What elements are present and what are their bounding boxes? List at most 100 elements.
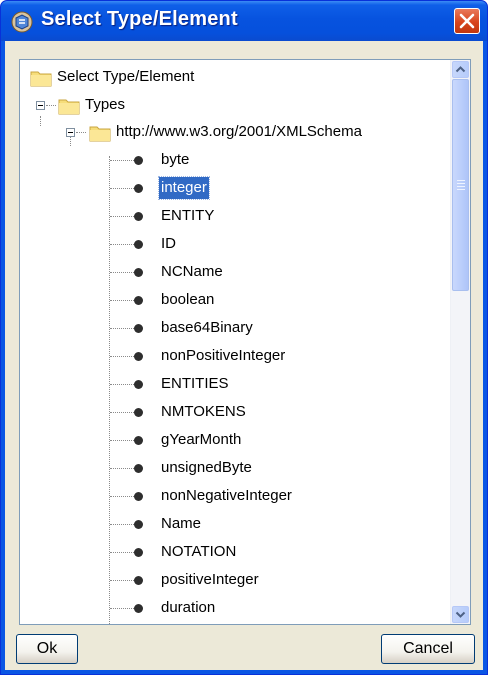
tree-connector [110, 216, 134, 217]
tree-leaf-label: ENTITY [161, 207, 215, 224]
tree-connector [110, 412, 134, 413]
tree-connector [110, 468, 134, 469]
leaf-bullet-icon [134, 548, 143, 557]
leaf-bullet-icon [134, 352, 143, 361]
tree-leaf-label: ID [161, 235, 176, 252]
tree-leaf-item[interactable]: ENTITY [20, 205, 450, 227]
chevron-up-icon [455, 66, 466, 73]
tree-leaf-label: NCName [161, 263, 223, 280]
tree-leaf-item[interactable]: ENTITIES [20, 373, 450, 395]
tree-leaf-item[interactable]: boolean [20, 289, 450, 311]
scroll-down-button[interactable] [452, 606, 469, 623]
tree-connector [110, 356, 134, 357]
ok-button[interactable]: Ok [16, 634, 78, 664]
tree-connector [110, 188, 134, 189]
tree-leaf-label: duration [161, 599, 216, 616]
close-button[interactable] [454, 8, 480, 34]
leaf-bullet-icon [134, 604, 143, 613]
vertical-scrollbar[interactable] [450, 60, 470, 624]
title-bar[interactable]: Select Type/Element [1, 1, 487, 41]
leaf-bullet-icon [134, 380, 143, 389]
collapse-toggle[interactable] [36, 101, 45, 110]
tree-connector [110, 608, 134, 609]
leaf-bullet-icon [134, 576, 143, 585]
tree-root-label: Select Type/Element [57, 68, 195, 85]
tree-leaf-item[interactable]: NCName [20, 261, 450, 283]
tree-leaf-label: NMTOKENS [161, 403, 246, 420]
tree-leaf-item[interactable]: gYearMonth [20, 429, 450, 451]
leaf-bullet-icon [134, 268, 143, 277]
tree-leaf-label: positiveInteger [161, 571, 259, 588]
tree-connector [110, 300, 134, 301]
leaf-bullet-icon [134, 212, 143, 221]
tree-connector [110, 244, 134, 245]
scroll-up-button[interactable] [452, 61, 469, 78]
tree-leaf-item[interactable]: NOTATION [20, 541, 450, 563]
tree-leaf-item[interactable]: ID [20, 233, 450, 255]
tree-connector [110, 272, 134, 273]
tree-connector [110, 384, 134, 385]
open-folder-icon [58, 99, 80, 115]
tree-connector [110, 524, 134, 525]
tree-connector [110, 160, 134, 161]
tree-leaf-label: Name [161, 515, 202, 532]
leaf-bullet-icon [134, 492, 143, 501]
tree-leaf-label: ENTITIES [161, 375, 229, 392]
tree-leaf-label: gYearMonth [161, 431, 242, 448]
chevron-down-icon [455, 611, 466, 618]
leaf-bullet-icon [134, 156, 143, 165]
tree-leaf-label: nonNegativeInteger [161, 487, 292, 504]
tree-leaf-item[interactable]: Name [20, 513, 450, 535]
tree-leaf-item[interactable]: duration [20, 597, 450, 619]
tree-leaf-item[interactable]: nonNegativeInteger [20, 485, 450, 507]
tree-leaf-item[interactable]: positiveInteger [20, 569, 450, 591]
tree-node-label: http://www.w3.org/2001/XMLSchema [116, 123, 362, 140]
tree-root[interactable]: Select Type/Element [20, 66, 450, 88]
collapse-toggle[interactable] [66, 128, 75, 137]
tree-leaf-label: base64Binary [161, 319, 253, 336]
leaf-bullet-icon [134, 324, 143, 333]
leaf-bullet-icon [134, 184, 143, 193]
tree-leaf-item[interactable]: integer [20, 176, 450, 200]
tree-leaf-item[interactable]: nonPositiveInteger [20, 345, 450, 367]
leaf-bullet-icon [134, 464, 143, 473]
tree-connector [110, 552, 134, 553]
tree-leaf-item[interactable]: NMTOKENS [20, 401, 450, 423]
tree-node-namespace[interactable]: http://www.w3.org/2001/XMLSchema [20, 121, 450, 143]
grip-line [457, 180, 465, 181]
tree-leaf-label: integer [158, 176, 210, 200]
grip-line [457, 186, 465, 187]
leaf-bullet-icon [134, 296, 143, 305]
tree-connector [110, 328, 134, 329]
window-title: Select Type/Element [41, 8, 238, 30]
tree-connector [110, 496, 134, 497]
open-folder-icon [89, 126, 111, 142]
dialog-window: Select Type/Element Select Type/Element [0, 0, 488, 675]
tree-connector [76, 132, 86, 133]
tree-node-types[interactable]: Types [20, 94, 450, 116]
grip-line [457, 183, 465, 184]
tree-leaf-label: NOTATION [161, 543, 237, 560]
close-icon [459, 13, 475, 29]
tree-leaf-label: boolean [161, 291, 215, 308]
tree-leaf-item[interactable]: unsignedByte [20, 457, 450, 479]
scroll-thumb[interactable] [452, 79, 469, 291]
leaf-bullet-icon [134, 408, 143, 417]
folder-icon [30, 71, 52, 87]
leaf-bullet-icon [134, 436, 143, 445]
tree-leaf-label: nonPositiveInteger [161, 347, 286, 364]
tree-connector [110, 440, 134, 441]
tree-leaf-label: unsignedByte [161, 459, 252, 476]
tree-leaf-label: byte [161, 151, 190, 168]
app-icon [11, 11, 33, 33]
type-tree[interactable]: Select Type/Element Types http://www.w3.… [19, 59, 471, 625]
dialog-body: Select Type/Element Types http://www.w3.… [5, 41, 483, 670]
tree-connector [46, 105, 56, 106]
leaf-bullet-icon [134, 520, 143, 529]
tree-leaf-item[interactable]: byte [20, 149, 450, 171]
tree-connector [110, 580, 134, 581]
cancel-button[interactable]: Cancel [381, 634, 475, 664]
leaf-bullet-icon [134, 240, 143, 249]
grip-line [457, 189, 465, 190]
tree-leaf-item[interactable]: base64Binary [20, 317, 450, 339]
